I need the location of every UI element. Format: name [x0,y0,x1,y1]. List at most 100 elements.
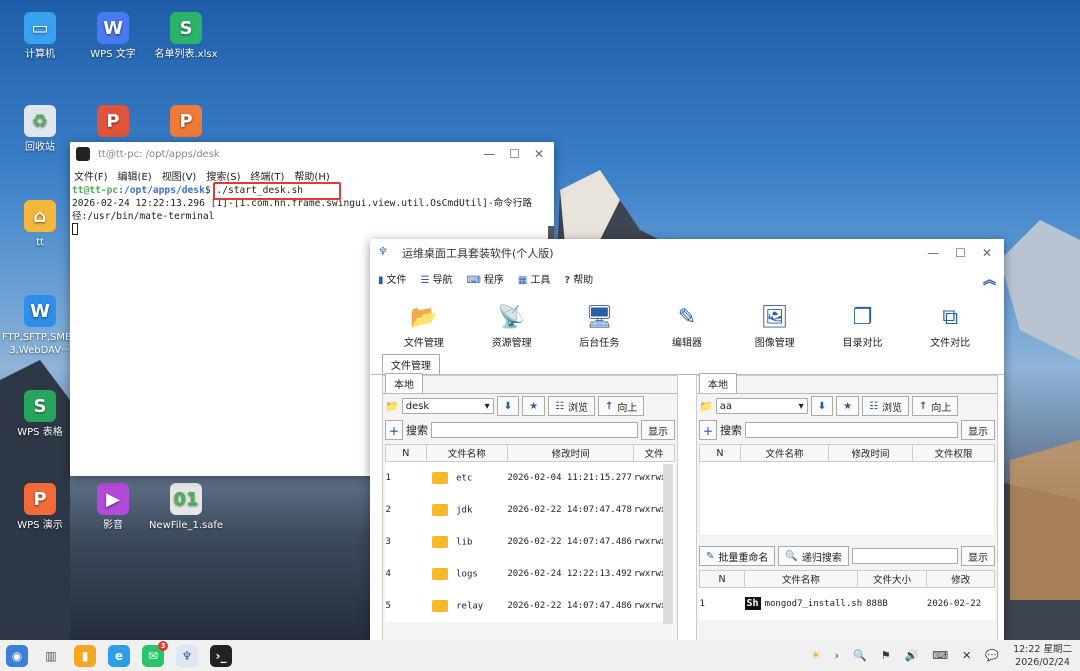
table-row[interactable]: 5 relay 2026-02-22 14:07:47.486 rwxrwxr [386,590,675,622]
terminal-menu-item[interactable]: 编辑(E) [118,168,152,183]
search-input-left[interactable] [431,422,638,438]
column-header[interactable]: N [699,444,741,462]
volume-icon[interactable]: 🔊 [905,649,919,662]
folder-select-right[interactable]: aa ▾ [715,398,808,414]
message-icon[interactable]: 💬 [985,649,999,662]
desktop-icon[interactable]: 01 NewFile_1.safe [146,483,226,532]
add-button[interactable]: ＋ [385,420,403,440]
terminal-titlebar[interactable]: tt@tt-pc: /opt/apps/desk — ☐ ✕ [70,142,554,166]
menu-toolbox[interactable]: ▦ 工具 [518,271,550,286]
terminal-menu-item[interactable]: 文件(F) [74,168,108,183]
column-header[interactable]: 文件 [633,444,675,462]
column-header[interactable]: 修改时间 [828,444,914,462]
show-button-left[interactable]: 显示 [641,420,675,440]
favorite-button[interactable]: ★ [836,396,860,416]
clock[interactable]: 12:22 星期二 2026/02/24 [1013,643,1072,669]
recursive-search-input[interactable] [851,548,958,564]
launcher-icon[interactable]: ◉ [6,644,28,667]
download-button[interactable]: ⬇ [496,396,520,416]
column-header[interactable]: 文件名称 [425,444,508,462]
tab-local-right[interactable]: 本地 [699,373,737,393]
menu-keyboard[interactable]: ⌨ 程序 [466,271,503,286]
chat-app-icon[interactable]: ✉ 3 [142,640,168,667]
toolbar-item[interactable]: 📂 文件管理 [380,302,468,349]
desktop-icon[interactable]: P [73,105,153,141]
terminal-app-icon[interactable]: ›_ [210,644,232,667]
batch-rename-button[interactable]: ✎ 批量重命名 [699,546,776,566]
table-row[interactable]: 1 Sh mongod7_install.sh 888B 2026-02-22 [700,588,995,620]
app-icon: P [24,483,56,515]
tab-local-left[interactable]: 本地 [385,373,423,393]
toolbar-item[interactable]: 📡 资源管理 [468,302,556,349]
download-button[interactable]: ⬇ [810,396,834,416]
keyboard-icon[interactable]: ⌨ [932,649,948,662]
table-row[interactable]: 3 lib 2026-02-22 14:07:47.486 rwxrwxr [386,526,675,558]
terminal-menu-item[interactable]: 终端(T) [251,168,285,183]
x-icon[interactable]: ✕ [962,649,971,662]
left-scrollbar[interactable] [663,464,673,624]
desktop-icon[interactable]: ⌂ tt [0,200,80,249]
browse-button[interactable]: ☷ 浏览 [862,396,910,416]
file-manager-icon[interactable]: ▮ [74,644,96,667]
column-header[interactable]: 文件名称 [739,444,830,462]
terminal-menu-item[interactable]: 视图(V) [162,168,197,183]
right-file-table: N 文件名称 修改时间 文件权限 [697,442,997,538]
toolbar-item[interactable]: 🖥 后台任务 [555,302,643,349]
browse-button[interactable]: ☷ 浏览 [548,396,596,416]
expand-tray-icon[interactable]: › [835,649,839,662]
close-button[interactable]: ✕ [982,246,992,260]
desktop-icon[interactable]: W WPS 文字 [73,12,153,61]
desktop-icon[interactable]: S 名单列表.xlsx [146,12,226,61]
browser-icon[interactable]: e [108,644,130,667]
desktop-icon[interactable]: P WPS 演示 [0,483,80,532]
maximize-button[interactable]: ☐ [955,246,966,260]
ops-app-icon[interactable]: ♆ [176,644,198,667]
recursive-search-button[interactable]: 🔍 递归搜索 [778,546,849,566]
folder-select-left[interactable]: desk ▾ [401,398,494,414]
desktop-icon[interactable]: ▶ 影音 [73,483,153,532]
minimize-button[interactable]: — [483,147,495,161]
up-button[interactable]: ↑ 向上 [912,396,959,416]
column-header[interactable]: 修改 [926,570,995,588]
brightness-icon[interactable]: ☀ [811,649,821,662]
show-button-right-2[interactable]: 显示 [961,546,995,566]
ops-titlebar[interactable]: ♆ 运维桌面工具套装软件(个人版) — ☐ ✕ [370,239,1004,267]
column-header[interactable]: 修改时间 [506,444,635,462]
toolbar-item[interactable]: ⧉ 文件对比 [906,302,994,349]
desktop-icon[interactable]: S WPS 表格 [0,390,80,439]
search-input-right[interactable] [745,422,958,438]
desktop-icon[interactable]: ▭ 计算机 [0,12,80,61]
toolbar-item[interactable]: ❐ 目录对比 [819,302,907,349]
up-button[interactable]: ↑ 向上 [598,396,645,416]
menu-nav[interactable]: ☰ 导航 [421,271,453,286]
table-row[interactable]: 2 jdk 2026-02-22 14:07:47.478 rwxrwxr [386,494,675,526]
menu-help[interactable]: ? 帮助 [564,271,593,286]
multitask-icon[interactable]: ▥ [40,645,62,667]
add-button[interactable]: ＋ [699,420,717,440]
menu-file[interactable]: ▮ 文件 [378,271,407,286]
show-button-right[interactable]: 显示 [961,420,995,440]
column-header[interactable]: 文件权限 [912,444,995,462]
column-header[interactable]: 文件名称 [744,570,858,588]
column-header[interactable]: N [385,444,427,462]
desktop-icon[interactable]: W FTP,SFTP,SMBS3,WebDAV··· [0,295,80,357]
close-button[interactable]: ✕ [534,147,544,161]
terminal-menu-item[interactable]: 搜索(S) [206,168,240,183]
collapse-chevron-icon[interactable]: ︽ [983,269,996,288]
desktop-icon[interactable]: P [146,105,226,141]
toolbar-item[interactable]: ✎ 编辑器 [643,302,731,349]
terminal-menu-item[interactable]: 帮助(H) [294,168,329,183]
desktop-icon[interactable]: ♻ 回收站 [0,105,80,154]
maximize-button[interactable]: ☐ [509,147,520,161]
tab-file-manage[interactable]: 文件管理 [382,354,440,374]
toolbar-item[interactable]: 🖼 图像管理 [731,302,819,349]
ops-tool-window[interactable]: ♆ 运维桌面工具套装软件(个人版) — ☐ ✕ ▮ 文件 ☰ 导航 ⌨ 程序 ▦ 工具? 帮助 … [370,239,1004,641]
favorite-button[interactable]: ★ [522,396,546,416]
column-header[interactable]: N [698,570,746,588]
column-header[interactable]: 文件大小 [856,570,928,588]
table-row[interactable]: 1 etc 2026-02-04 11:21:15.277 rwxrwxr [386,462,675,494]
notify-icon[interactable]: ⚑ [881,649,891,662]
minimize-button[interactable]: — [927,246,939,260]
table-row[interactable]: 4 logs 2026-02-24 12:22:13.492 rwxrwxr [386,558,675,590]
search-icon[interactable]: 🔍 [853,649,867,662]
